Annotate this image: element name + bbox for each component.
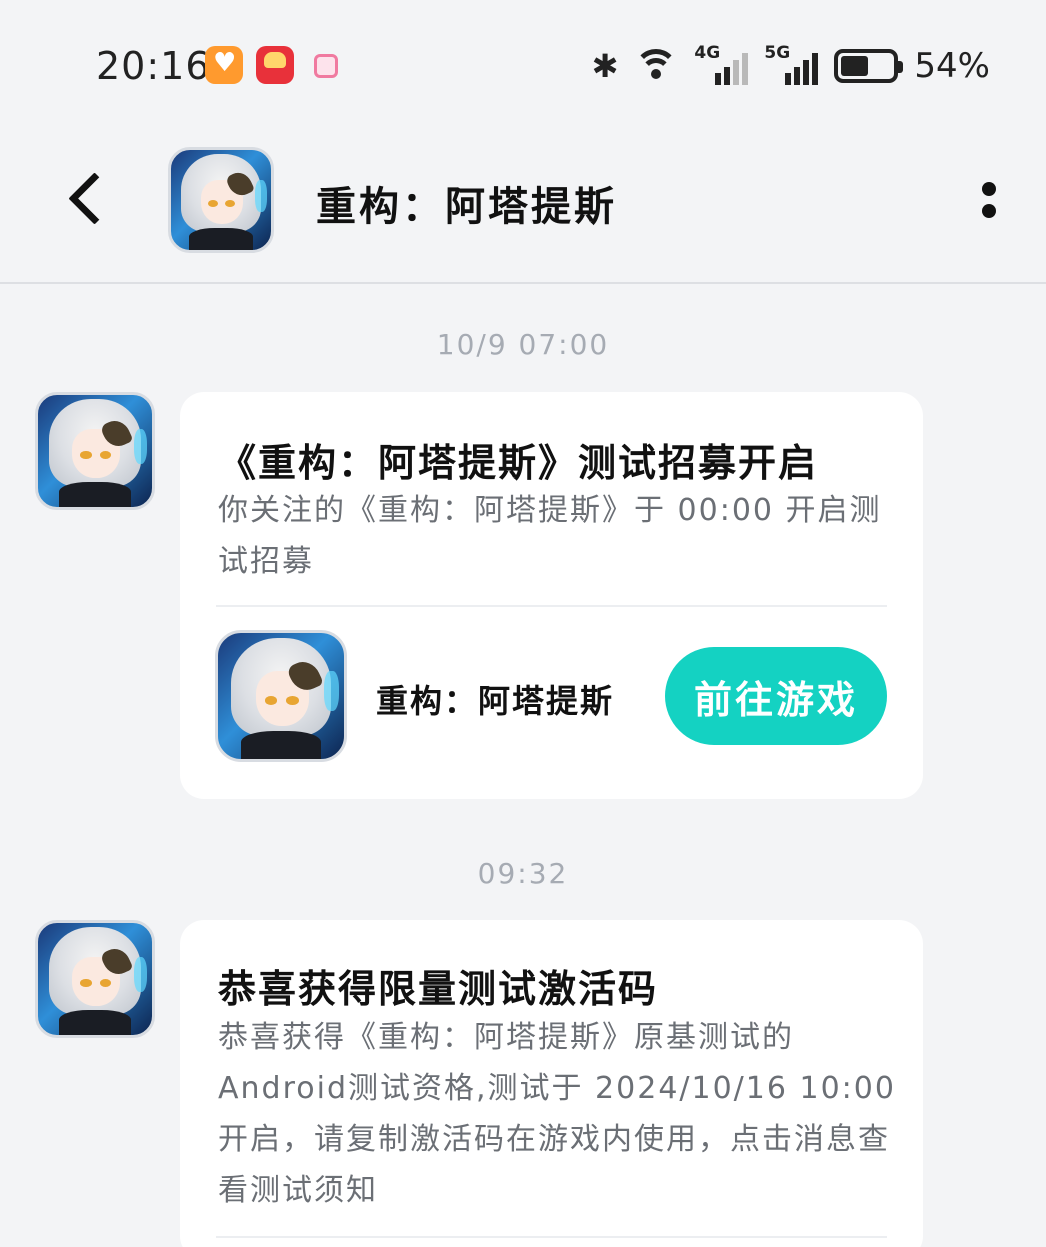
message-title: 恭喜获得限量测试激活码 <box>218 967 659 1011</box>
wifi-icon <box>634 49 679 83</box>
message-body: 恭喜获得《重构：阿塔提斯》原基测试的Android测试资格,测试于 2024/1… <box>218 1020 896 1208</box>
page-title: 重构：阿塔提斯 <box>316 184 617 230</box>
chat-header: 重构：阿塔提斯 <box>0 120 1046 284</box>
message-body: 你关注的《重构：阿塔提斯》于 00:00 开启测试招募 <box>218 493 882 579</box>
red-envelope-app-icon <box>256 46 294 84</box>
go-to-game-button[interactable]: 前往游戏 <box>665 647 887 745</box>
status-bar: 20:16 ✱ 4G 5G 54% <box>0 0 1046 120</box>
message-card[interactable]: 《重构：阿塔提斯》测试招募开启 你关注的《重构：阿塔提斯》于 00:00 开启测… <box>180 392 923 799</box>
message-timestamp: 09:32 <box>477 857 569 890</box>
message-title: 《重构：阿塔提斯》测试招募开启 <box>218 441 819 485</box>
sender-avatar[interactable] <box>35 920 155 1038</box>
divider <box>216 1236 887 1238</box>
more-vertical-icon[interactable] <box>972 176 1008 222</box>
status-time: 20:16 <box>96 44 211 88</box>
message-card[interactable]: 恭喜获得限量测试激活码 恭喜获得《重构：阿塔提斯》原基测试的Android测试资… <box>180 920 923 1247</box>
sender-avatar[interactable] <box>35 392 155 510</box>
pink-tv-app-icon <box>314 54 338 78</box>
battery-icon <box>834 49 904 83</box>
signal-icon: 5G <box>764 43 819 85</box>
battery-percentage: 54% <box>914 46 990 86</box>
divider <box>216 605 887 607</box>
bluetooth-icon: ✱ <box>591 47 619 85</box>
game-avatar[interactable] <box>168 147 274 253</box>
message-timestamp: 10/9 07:00 <box>436 328 610 361</box>
game-name: 重构：阿塔提斯 <box>376 682 615 720</box>
chevron-left-icon[interactable] <box>62 166 112 232</box>
orange-heart-app-icon <box>205 46 243 84</box>
signal-icon: 4G <box>694 43 749 85</box>
game-icon[interactable] <box>215 630 347 762</box>
